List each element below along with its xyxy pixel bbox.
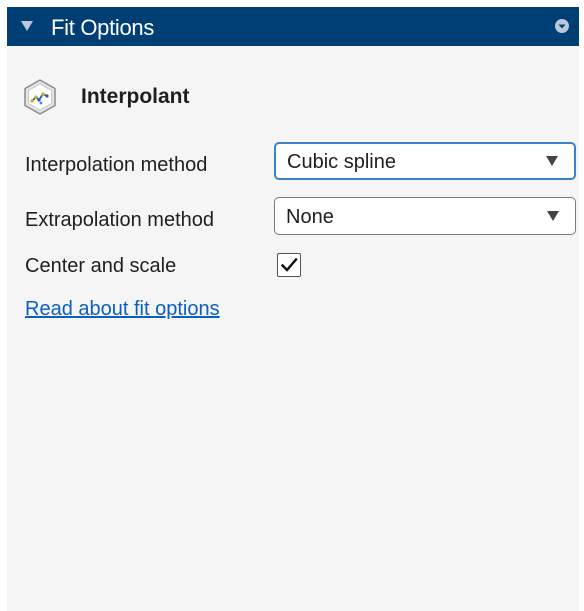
interpolation-method-label: Interpolation method	[25, 154, 208, 176]
extrapolation-method-value: None	[286, 206, 334, 228]
panel-options-icon[interactable]	[555, 19, 569, 33]
fit-type-label: Interpolant	[81, 85, 190, 108]
fit-options-panel: Fit Options Interpolant Interpolation me…	[7, 7, 579, 611]
center-and-scale-checkbox[interactable]	[277, 253, 301, 277]
panel-title-bar[interactable]: Fit Options	[7, 7, 579, 46]
read-about-fit-options-link[interactable]: Read about fit options	[25, 298, 220, 321]
chevron-down-icon	[547, 211, 559, 221]
checkmark-icon	[280, 257, 298, 272]
panel-title: Fit Options	[51, 15, 155, 40]
interpolation-method-value: Cubic spline	[287, 151, 396, 173]
collapse-arrow-icon[interactable]	[21, 21, 33, 31]
extrapolation-method-dropdown[interactable]: None	[274, 197, 576, 235]
center-and-scale-label: Center and scale	[25, 255, 177, 277]
extrapolation-method-label: Extrapolation method	[25, 209, 215, 231]
chevron-down-icon	[546, 156, 558, 166]
interpolation-method-dropdown[interactable]: Cubic spline	[274, 142, 576, 180]
interpolant-fit-icon	[24, 79, 56, 115]
